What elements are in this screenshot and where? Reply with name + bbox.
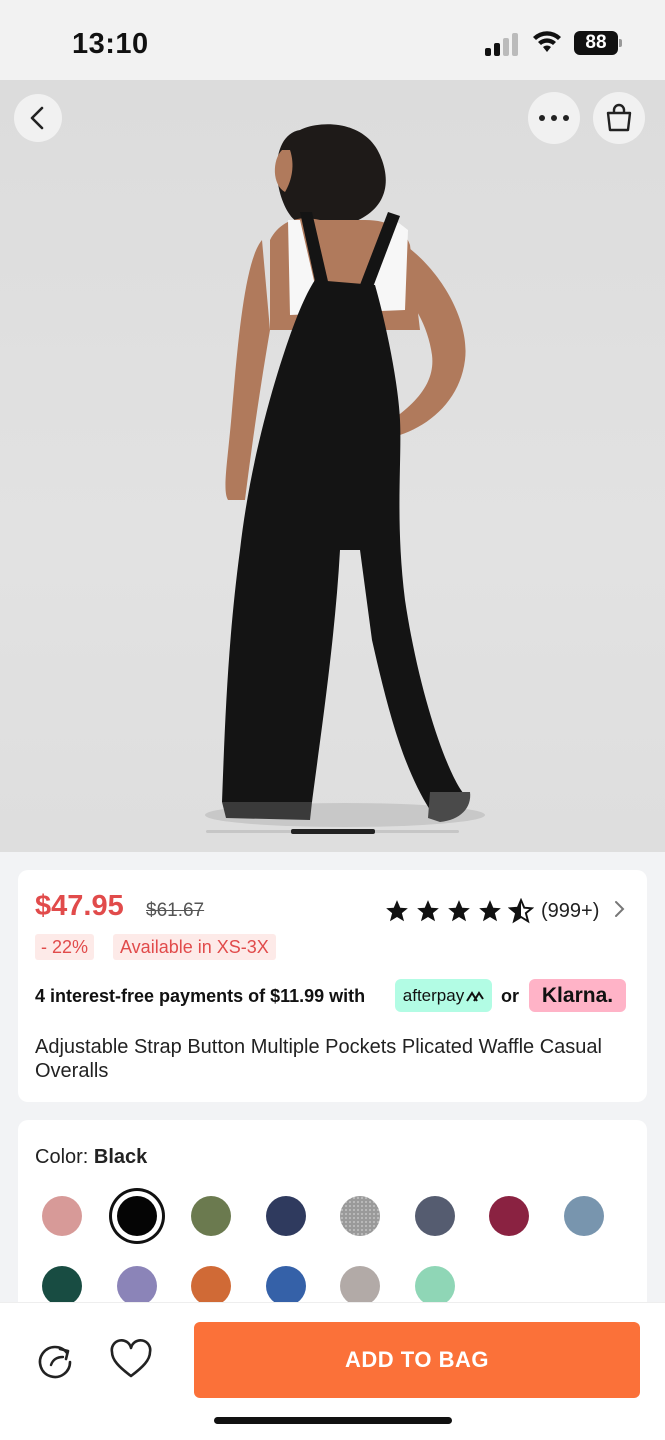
product-image[interactable] [0, 80, 665, 852]
color-selector-card: Color: Black [18, 1120, 647, 1320]
or-text: or [501, 986, 519, 1006]
sale-price: $47.95 [35, 890, 124, 922]
color-label: Color: Black [35, 1146, 147, 1169]
status-time: 13:10 [72, 28, 149, 60]
star-icon [417, 900, 439, 922]
color-swatch[interactable] [265, 1266, 306, 1306]
color-swatch[interactable] [116, 1266, 157, 1306]
model-photo [205, 124, 485, 827]
afterpay-label: afterpay [402, 986, 465, 1005]
color-swatch[interactable] [414, 1266, 455, 1306]
afterpay-logo-icon [466, 990, 485, 1002]
color-swatch[interactable] [191, 1266, 231, 1306]
share-icon[interactable] [34, 1338, 78, 1382]
shopping-bag-button[interactable] [593, 92, 645, 144]
star-icon [479, 900, 501, 922]
color-swatch[interactable] [563, 1196, 604, 1236]
add-to-bag-button[interactable]: ADD TO BAG [194, 1322, 640, 1398]
product-info-card: $47.95 $61.67 (999+) - 22% Available in … [18, 870, 647, 1102]
installment-text: 4 interest-free payments of $11.99 with [35, 986, 366, 1006]
chevron-left-icon [30, 106, 44, 130]
more-icon [539, 115, 569, 121]
color-swatch[interactable] [340, 1266, 380, 1306]
product-title: Adjustable Strap Button Multiple Pockets… [35, 1036, 602, 1082]
selected-color-name: Black [93, 1146, 148, 1168]
color-swatch[interactable] [414, 1196, 455, 1236]
wifi-icon [533, 31, 561, 52]
availability-badge: Available in XS-3X [113, 934, 276, 960]
color-swatch[interactable] [42, 1196, 82, 1236]
color-swatch[interactable] [191, 1196, 231, 1236]
bottom-action-bar: ADD TO BAG [0, 1302, 665, 1440]
star-icon [386, 900, 408, 922]
color-swatch[interactable] [265, 1196, 306, 1236]
discount-badge: - 22% [35, 934, 95, 960]
color-label-prefix: Color: [35, 1146, 89, 1168]
shopping-bag-icon [606, 103, 632, 132]
rating-count: (999+) [541, 899, 600, 922]
klarna-badge[interactable]: Klarna. [529, 979, 626, 1012]
battery-tip [619, 39, 622, 47]
back-button[interactable] [14, 94, 62, 142]
half-star-icon [508, 898, 534, 924]
original-price: $61.67 [146, 900, 205, 921]
color-swatch[interactable] [116, 1196, 157, 1236]
color-swatch[interactable] [340, 1196, 380, 1236]
carousel-indicator-active[interactable] [291, 829, 375, 834]
heart-icon[interactable] [109, 1338, 153, 1382]
cellular-signal-icon [485, 32, 521, 56]
star-icon [448, 900, 470, 922]
color-swatch[interactable] [42, 1266, 82, 1306]
battery-indicator: 88 [574, 31, 618, 55]
more-options-button[interactable] [528, 92, 580, 144]
color-swatch[interactable] [489, 1196, 529, 1236]
status-bar: 13:10 88 [0, 0, 665, 80]
home-indicator[interactable] [214, 1417, 452, 1424]
rating[interactable]: (999+) [384, 898, 599, 924]
chevron-right-icon[interactable] [612, 900, 626, 918]
afterpay-badge[interactable]: afterpay [395, 979, 492, 1012]
